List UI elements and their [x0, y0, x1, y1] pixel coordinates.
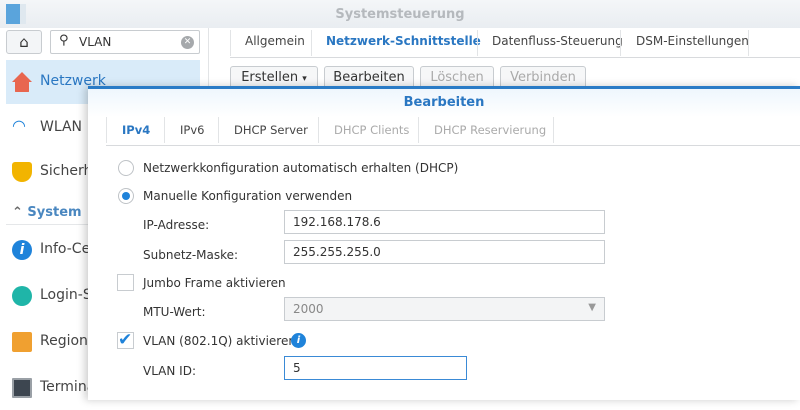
ip-address-input[interactable]: 192.168.178.6 — [284, 210, 605, 234]
shield-icon — [12, 162, 32, 182]
subnet-mask-input[interactable]: 255.255.255.0 — [284, 240, 605, 264]
tab-allgemein[interactable]: Allgemein — [245, 34, 305, 56]
create-label: Erstellen — [241, 70, 299, 85]
tab-divider — [218, 117, 219, 143]
info-icon: i — [12, 240, 32, 260]
tab-dsm-einstellungen[interactable]: DSM-Einstellungen — [636, 34, 749, 56]
jumbo-frame-checkbox[interactable] — [117, 274, 134, 291]
sidebar-item-label: Termina — [40, 379, 96, 395]
tab-divider — [418, 117, 419, 143]
chevron-down-icon: ▼ — [588, 302, 596, 313]
mtu-value: 2000 — [293, 302, 324, 316]
edit-dialog: Bearbeiten IPv4 IPv6 DHCP Server DHCP Cl… — [88, 86, 800, 400]
terminal-icon — [12, 378, 32, 398]
search-value: VLAN — [79, 35, 112, 49]
divider — [106, 145, 800, 146]
tab-datenfluss-steuerung[interactable]: Datenfluss-Steuerung — [492, 34, 623, 56]
checkmark-icon: ✔ — [118, 330, 133, 350]
section-system-toggle[interactable]: ⌃ System — [12, 205, 82, 220]
chevron-up-icon: ⌃ — [12, 205, 28, 220]
home-icon: ⌂ — [19, 33, 29, 51]
tab-divider — [164, 117, 165, 143]
tab-divider — [620, 30, 621, 56]
section-label: System — [27, 205, 82, 220]
dialog-title: Bearbeiten — [88, 89, 800, 117]
map-clock-icon — [12, 332, 32, 352]
search-icon: ⚲ — [59, 33, 69, 48]
window-title: Systemsteuerung — [335, 7, 465, 22]
manual-config-radio[interactable] — [118, 188, 134, 204]
sidebar-item-label: Info-Ce — [40, 241, 91, 257]
vlan-checkbox[interactable]: ✔ — [117, 332, 134, 349]
tab-ipv6[interactable]: IPv6 — [180, 123, 204, 137]
tab-divider — [230, 30, 231, 56]
vlan-id-input[interactable]: 5 — [284, 356, 467, 380]
sidebar-item-label: WLAN — [40, 119, 83, 135]
tab-divider — [311, 30, 312, 56]
tab-dhcp-clients[interactable]: DHCP Clients — [334, 123, 409, 137]
house-network-icon — [12, 72, 32, 92]
clear-search-icon[interactable]: ✕ — [181, 36, 194, 49]
info-icon[interactable]: i — [291, 333, 306, 348]
tab-dhcp-server[interactable]: DHCP Server — [234, 123, 308, 137]
vlan-id-label: VLAN ID: — [143, 364, 196, 378]
title-bar: Systemsteuerung — [0, 0, 800, 28]
jumbo-frame-label: Jumbo Frame aktivieren — [143, 276, 286, 290]
wifi-icon: ◠ — [12, 116, 26, 135]
caret-down-icon: ▾ — [302, 74, 307, 84]
dhcp-label: Netzwerkkonfiguration automatisch erhalt… — [143, 161, 459, 175]
mtu-label: MTU-Wert: — [143, 305, 206, 319]
tab-divider — [748, 30, 749, 56]
sidebar-item-label: Sicherh — [40, 163, 93, 179]
tab-divider — [477, 30, 478, 56]
divider — [230, 57, 800, 58]
ip-label: IP-Adresse: — [143, 218, 210, 232]
tab-divider — [318, 117, 319, 143]
vlan-label: VLAN (802.1Q) aktivieren — [143, 334, 296, 348]
manual-config-label: Manuelle Konfiguration verwenden — [143, 189, 353, 203]
search-input[interactable]: ⚲ VLAN ✕ — [50, 30, 200, 54]
tab-netzwerk-schnittstelle[interactable]: Netzwerk-Schnittstelle — [326, 34, 481, 56]
mtu-select[interactable]: 2000 ▼ — [284, 297, 605, 321]
tab-divider — [106, 117, 107, 143]
home-button[interactable]: ⌂ — [6, 30, 42, 54]
dhcp-radio[interactable] — [118, 160, 134, 176]
sidebar-item-label: Login-S — [40, 287, 92, 303]
tab-ipv4[interactable]: IPv4 — [122, 123, 150, 137]
palette-icon — [12, 286, 32, 306]
tab-divider — [553, 117, 554, 143]
tab-dhcp-reservierung[interactable]: DHCP Reservierung — [434, 123, 546, 137]
subnet-label: Subnetz-Maske: — [143, 248, 239, 262]
